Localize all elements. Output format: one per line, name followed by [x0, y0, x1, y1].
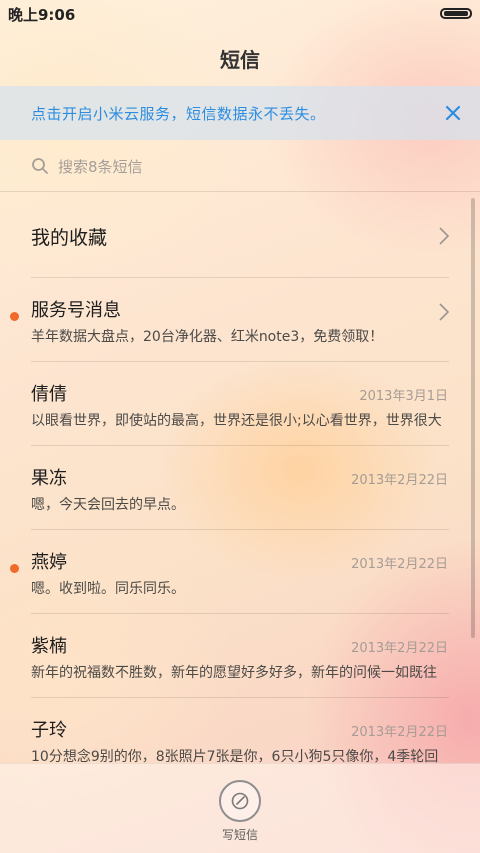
unread-dot	[10, 312, 19, 321]
scrollbar[interactable]	[471, 198, 475, 638]
contact-name: 紫楠	[31, 636, 67, 657]
message-date: 2013年2月22日	[351, 557, 448, 572]
message-snippet: 新年的祝福数不胜数，新年的愿望好多好多，新年的问候一如既往	[31, 665, 437, 681]
cloud-service-banner[interactable]: 点击开启小米云服务，短信数据永不丢失。	[0, 86, 480, 140]
compose-icon	[231, 792, 249, 810]
message-date: 2013年2月22日	[351, 725, 448, 740]
conversation-item[interactable]: 紫楠 2013年2月22日 新年的祝福数不胜数，新年的愿望好多好多，新年的问候一…	[0, 614, 480, 698]
service-name: 服务号消息	[31, 300, 121, 321]
chevron-right-icon	[439, 303, 450, 321]
status-time: 晚上9:06	[8, 6, 76, 24]
conversation-item[interactable]: 燕婷 2013年2月22日 嗯。收到啦。同乐同乐。	[0, 530, 480, 614]
close-icon[interactable]	[440, 100, 466, 126]
contact-name: 子玲	[31, 720, 67, 741]
service-snippet: 羊年数据大盘点，20台净化器、红米note3，免费领取！	[31, 329, 384, 345]
search-placeholder: 搜索8条短信	[58, 158, 143, 176]
message-snippet: 嗯。收到啦。同乐同乐。	[31, 581, 185, 597]
message-snippet: 嗯，今天会回去的早点。	[31, 497, 185, 513]
message-date: 2013年2月22日	[351, 473, 448, 488]
contact-name: 燕婷	[31, 552, 67, 573]
conversation-list: 我的收藏 服务号消息 羊年数据大盘点，20台净化器、红米note3，免费领取！ …	[0, 194, 480, 782]
message-date: 2013年3月1日	[359, 389, 448, 404]
message-snippet: 以眼看世界，即使站的最高，世界还是很小;以心看世界，世界很大	[31, 413, 442, 429]
conversation-item[interactable]: 果冻 2013年2月22日 嗯，今天会回去的早点。	[0, 446, 480, 530]
favorites-label: 我的收藏	[31, 227, 108, 249]
battery-icon	[440, 8, 472, 19]
page-title: 短信	[220, 48, 260, 72]
unread-dot	[10, 564, 19, 573]
chevron-right-icon	[439, 227, 450, 245]
status-bar: 晚上9:06	[0, 0, 480, 26]
search-icon	[32, 158, 48, 174]
banner-text[interactable]: 点击开启小米云服务，短信数据永不丢失。	[31, 103, 326, 124]
contact-name: 倩倩	[31, 384, 67, 405]
compose-button[interactable]	[219, 780, 261, 822]
bottom-bar: 写短信	[0, 763, 480, 853]
service-messages-item[interactable]: 服务号消息 羊年数据大盘点，20台净化器、红米note3，免费领取！	[0, 278, 480, 362]
conversation-item[interactable]: 倩倩 2013年3月1日 以眼看世界，即使站的最高，世界还是很小;以心看世界，世…	[0, 362, 480, 446]
favorites-item[interactable]: 我的收藏	[0, 194, 480, 278]
compose-label: 写短信	[221, 828, 258, 842]
message-date: 2013年2月22日	[351, 641, 448, 656]
contact-name: 果冻	[31, 468, 67, 489]
search-bar[interactable]: 搜索8条短信	[0, 140, 480, 192]
